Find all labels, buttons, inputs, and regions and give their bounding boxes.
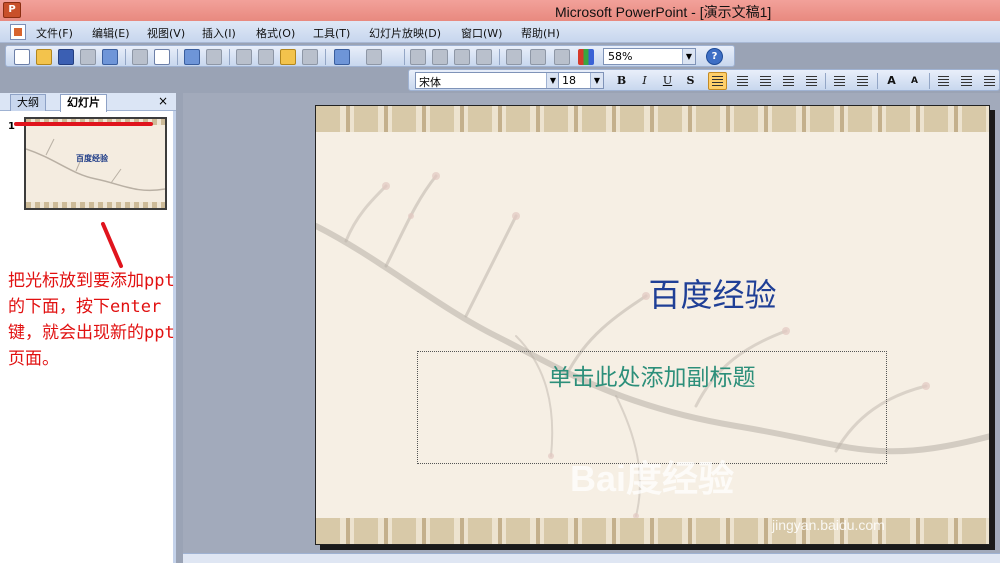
- decrease-indent-icon: [938, 76, 949, 86]
- toolbar-separator: [404, 49, 405, 65]
- show-formatting-icon[interactable]: [530, 49, 546, 65]
- permission-icon[interactable]: [80, 49, 96, 65]
- undo-icon[interactable]: [334, 49, 350, 65]
- print-preview-icon[interactable]: [154, 49, 170, 65]
- spelling-icon[interactable]: [184, 49, 200, 65]
- baidu-watermark-logo: Bai度经验: [570, 458, 735, 499]
- save-icon[interactable]: [58, 49, 74, 65]
- new-document-icon[interactable]: [14, 49, 30, 65]
- slide-border-bottom: [316, 518, 989, 544]
- research-icon[interactable]: [206, 49, 222, 65]
- bullets-icon: [857, 76, 868, 86]
- slide-thumbnail[interactable]: 百度经验: [24, 117, 167, 210]
- font-select[interactable]: 宋体 ▼: [415, 72, 560, 89]
- menu-tools[interactable]: 工具(T): [313, 25, 350, 41]
- close-icon[interactable]: ×: [158, 94, 168, 108]
- tab-outline[interactable]: 大纲: [10, 94, 46, 111]
- menu-help[interactable]: 帮助(H): [521, 25, 560, 41]
- menu-insert[interactable]: 插入(I): [202, 25, 236, 41]
- menu-bar: 文件(F) 编辑(E) 视图(V) 插入(I) 格式(O) 工具(T) 幻灯片放…: [0, 21, 1000, 43]
- document-icon[interactable]: [10, 24, 26, 40]
- menu-slideshow[interactable]: 幻灯片放映(D): [369, 25, 441, 41]
- hyperlink-icon[interactable]: [476, 49, 492, 65]
- toolbar-separator: [125, 49, 126, 65]
- align-right-icon: [760, 76, 771, 86]
- cut-icon[interactable]: [236, 49, 252, 65]
- powerpoint-app-icon[interactable]: P: [3, 2, 21, 18]
- toolbar-separator: [929, 73, 930, 89]
- print-icon[interactable]: [132, 49, 148, 65]
- columns-icon: [806, 76, 817, 86]
- menu-window[interactable]: 窗口(W): [461, 25, 502, 41]
- window-title: Microsoft PowerPoint - [演示文稿1]: [555, 4, 772, 20]
- expand-all-icon[interactable]: [506, 49, 522, 65]
- toolbar-separator: [499, 49, 500, 65]
- insert-chart-icon[interactable]: [410, 49, 426, 65]
- bullets-button[interactable]: [854, 73, 870, 89]
- bold-button[interactable]: B: [613, 73, 630, 89]
- tab-slides[interactable]: 幻灯片: [60, 94, 107, 112]
- zoom-select[interactable]: 58% ▼: [603, 48, 696, 65]
- thumbnail-title: 百度经验: [76, 154, 108, 163]
- panel-tabs: 大纲 幻灯片 ×: [0, 93, 176, 112]
- align-left-icon: [712, 76, 723, 86]
- standard-toolbar: 58% ▼ ?: [5, 45, 735, 67]
- toolbar-separator: [825, 73, 826, 89]
- toolbar-separator: [325, 49, 326, 65]
- red-underline-annotation: [14, 122, 153, 126]
- subtitle-placeholder-text: 单击此处添加副标题: [548, 365, 756, 391]
- increase-indent-button[interactable]: [958, 73, 974, 89]
- numbering-icon: [834, 76, 845, 86]
- menu-view[interactable]: 视图(V): [147, 25, 185, 41]
- copy-icon[interactable]: [258, 49, 274, 65]
- format-painter-icon[interactable]: [302, 49, 318, 65]
- distribute-button[interactable]: [780, 73, 796, 89]
- insert-table-icon[interactable]: [432, 49, 448, 65]
- columns-button[interactable]: [803, 73, 819, 89]
- shadow-button[interactable]: S: [682, 73, 699, 89]
- align-center-button[interactable]: [734, 73, 750, 89]
- zoom-value: 58%: [608, 50, 633, 63]
- chevron-down-icon[interactable]: ▼: [590, 73, 603, 88]
- menu-edit[interactable]: 编辑(E): [92, 25, 130, 41]
- chevron-down-icon[interactable]: ▼: [682, 49, 695, 64]
- distribute-icon: [783, 76, 794, 86]
- decrease-indent-button[interactable]: [935, 73, 951, 89]
- increase-font-icon[interactable]: A: [883, 73, 900, 89]
- notes-pane-edge: [183, 553, 1000, 563]
- help-icon[interactable]: ?: [706, 48, 723, 65]
- show-grid-icon[interactable]: [554, 49, 570, 65]
- font-color-icon: [984, 76, 995, 86]
- menu-file[interactable]: 文件(F): [36, 25, 73, 41]
- formatting-toolbar: 宋体 ▼ 18 ▼ B I U S A A: [408, 69, 1000, 91]
- email-icon[interactable]: [102, 49, 118, 65]
- numbering-button[interactable]: [831, 73, 847, 89]
- italic-button[interactable]: I: [636, 73, 653, 89]
- toolbar-separator: [877, 73, 878, 89]
- open-folder-icon[interactable]: [36, 49, 52, 65]
- title-bar: P Microsoft PowerPoint - [演示文稿1]: [0, 0, 1000, 21]
- color-grayscale-icon[interactable]: [578, 49, 594, 65]
- align-right-button[interactable]: [757, 73, 773, 89]
- align-center-icon: [737, 76, 748, 86]
- baidu-watermark-url: jingyan.baidu.com: [772, 517, 885, 533]
- align-left-button[interactable]: [708, 72, 727, 90]
- decrease-font-icon[interactable]: A: [906, 73, 923, 89]
- redo-icon[interactable]: [366, 49, 382, 65]
- toolbar-separator: [229, 49, 230, 65]
- underline-button[interactable]: U: [659, 73, 676, 89]
- tables-borders-icon[interactable]: [454, 49, 470, 65]
- paste-icon[interactable]: [280, 49, 296, 65]
- increase-indent-icon: [961, 76, 972, 86]
- slide-title[interactable]: 百度经验: [316, 270, 989, 316]
- toolbar-separator: [177, 49, 178, 65]
- thumbnail-border-bottom: [26, 202, 165, 208]
- font-size-select[interactable]: 18 ▼: [558, 72, 604, 89]
- font-value: 宋体: [419, 76, 441, 89]
- font-size-value: 18: [562, 74, 576, 87]
- menu-format[interactable]: 格式(O): [256, 25, 295, 41]
- font-color-button[interactable]: [981, 73, 997, 89]
- subtitle-placeholder[interactable]: 单击此处添加副标题: [417, 351, 887, 464]
- red-pointer-line: [101, 222, 123, 268]
